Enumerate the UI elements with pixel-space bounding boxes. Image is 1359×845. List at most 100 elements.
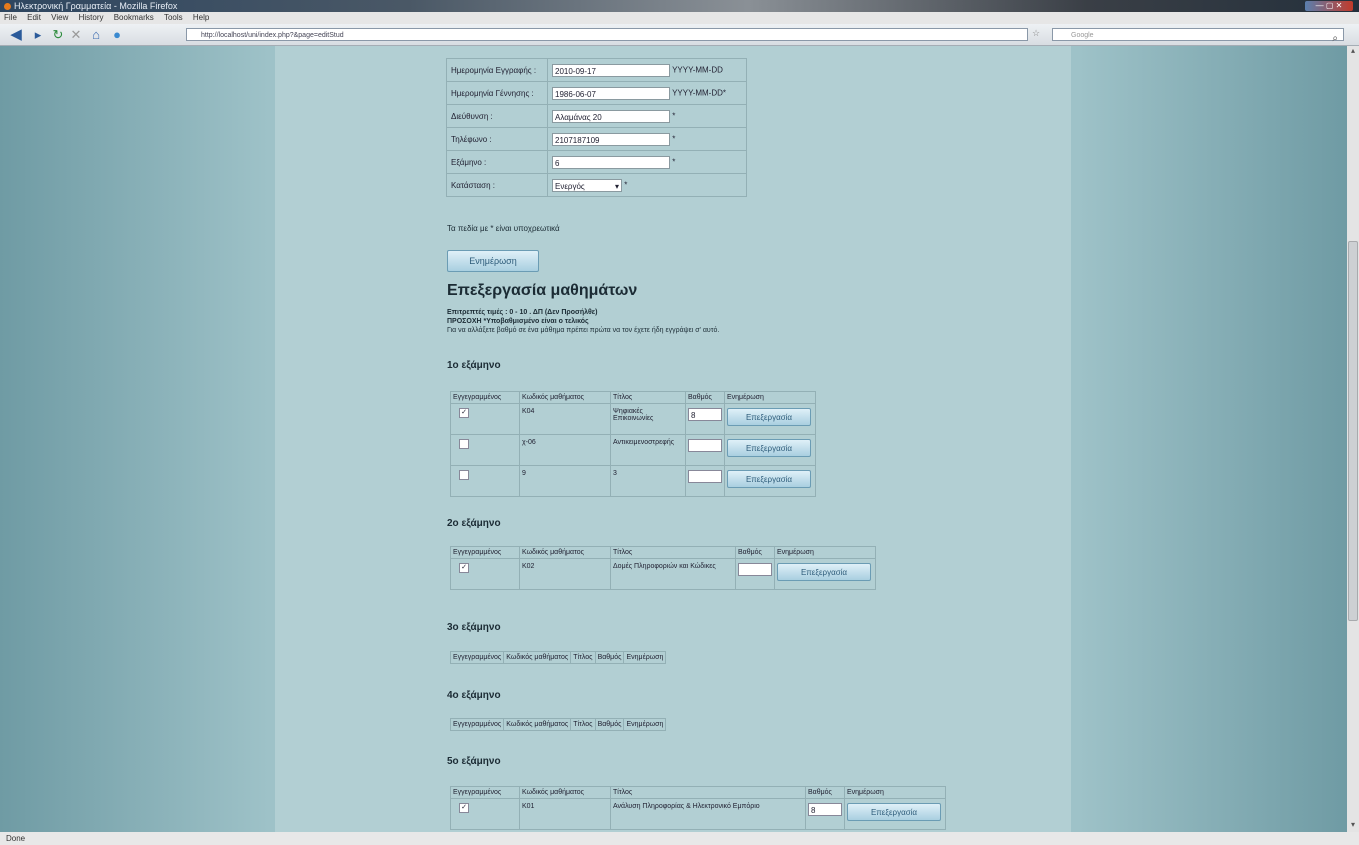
col-grade: Βαθμός [805, 786, 845, 799]
home-icon[interactable]: ⌂ [88, 27, 104, 42]
course-title: Αντικειμενοστρεφής [610, 434, 686, 466]
col-enrolled: Εγγεγραμμένος [450, 391, 520, 404]
col-enrolled: Εγγεγραμμένος [450, 786, 520, 799]
search-icon[interactable]: ⌕ [1332, 32, 1338, 45]
enrolled-checkbox[interactable]: ✓ [459, 408, 469, 418]
menu-edit[interactable]: Edit [27, 13, 41, 22]
search-input[interactable]: Google ⌕ [1052, 28, 1344, 44]
menu-view[interactable]: View [51, 13, 68, 22]
status-bar: Done [0, 832, 1359, 845]
window-title: Ηλεκτρονική Γραμματεία - Mozilla Firefox [4, 0, 177, 12]
required-note: Τα πεδία με * είναι υποχρεωτικά [447, 224, 560, 233]
firefox-icon [4, 3, 11, 10]
col-update: Ενημέρωση [623, 718, 667, 731]
col-update: Ενημέρωση [774, 546, 876, 559]
student-form-table: Ημερομηνία Εγγραφής : 2010-09-17 YYYY-MM-… [446, 58, 747, 197]
grade-input[interactable]: 8 [808, 803, 842, 816]
col-enrolled: Εγγεγραμμένος [449, 651, 505, 664]
grade-input[interactable]: 8 [688, 408, 722, 421]
col-title: Τίτλος [610, 786, 806, 799]
enrolled-checkbox[interactable]: ✓ [459, 563, 469, 573]
page-viewport: Ημερομηνία Εγγραφής : 2010-09-17 YYYY-MM-… [0, 46, 1347, 832]
col-grade: Βαθμός [735, 546, 775, 559]
update-button[interactable]: Ενημέρωση [447, 250, 539, 272]
window-controls[interactable]: — ▢ ✕ [1305, 1, 1353, 11]
page-content: Ημερομηνία Εγγραφής : 2010-09-17 YYYY-MM-… [275, 46, 1071, 832]
col-code: Κωδικός μαθήματος [519, 391, 611, 404]
birth-date-input[interactable]: 1986-06-07 [552, 86, 670, 100]
col-enrolled: Εγγεγραμμένος [449, 718, 505, 731]
bookmark-icon[interactable]: ● [108, 27, 126, 42]
phone-input[interactable]: 2107187109 [552, 132, 670, 146]
col-code: Κωδικός μαθήματος [503, 651, 572, 664]
navigation-toolbar: ◀ ▸ ↻ ✕ ⌂ ● http://localhost/uni/index.p… [0, 24, 1359, 46]
course-title: Ψηφιακές Επικοινωνίες [610, 403, 686, 435]
window-titlebar: Ηλεκτρονική Γραμματεία - Mozilla Firefox… [0, 0, 1359, 12]
scroll-down-icon[interactable]: ▾ [1347, 820, 1359, 832]
table-row: χ-06 Αντικειμενοστρεφής Επεξεργασία [450, 434, 816, 466]
grade-input[interactable] [738, 563, 772, 576]
scroll-up-icon[interactable]: ▴ [1347, 46, 1359, 58]
course-title: 3 [610, 465, 686, 497]
col-enrolled: Εγγεγραμμένος [450, 546, 520, 559]
table-row: ✓ K04 Ψηφιακές Επικοινωνίες 8 Επεξεργασία [450, 403, 816, 435]
semester-2-table: Εγγεγραμμένος Κωδικός μαθήματος Τίτλος Βαθμ… [450, 546, 876, 590]
status-select[interactable]: Ενεργός ▾ [552, 178, 622, 192]
semester-input[interactable]: 6 [552, 155, 670, 169]
form-label: Τηλέφωνο : [446, 127, 548, 151]
table-row: ✓ K02 Δομές Πληροφοριών και Κώδικες Επεξεργ… [450, 558, 876, 590]
stop-icon[interactable]: ✕ [68, 27, 84, 42]
form-label: Κατάσταση : [446, 173, 548, 197]
enrolled-checkbox[interactable]: ✓ [459, 803, 469, 813]
course-title: Δομές Πληροφοριών και Κώδικες [610, 558, 736, 590]
semester-3-table: Εγγεγραμμένος Κωδικός μαθήματος Τίτλος Βαθμ… [449, 651, 667, 664]
edit-button[interactable]: Επεξεργασία [727, 439, 811, 457]
edit-button[interactable]: Επεξεργασία [727, 408, 811, 426]
back-icon[interactable]: ◀ [4, 27, 28, 42]
form-label: Ημερομηνία Γέννησης : [446, 81, 548, 105]
registration-date-input[interactable]: 2010-09-17 [552, 63, 670, 77]
grade-input[interactable] [688, 439, 722, 452]
menu-tools[interactable]: Tools [164, 13, 183, 22]
col-grade: Βαθμός [594, 651, 625, 664]
form-hint: * [672, 134, 676, 144]
semester-3-title: 3ο εξάμηνο [447, 622, 501, 633]
courses-note-2: ΠΡΟΣΟΧΗ *Υποβαθμισμένο είναι ο τελικός [447, 318, 589, 325]
form-label: Εξάμηνο : [446, 150, 548, 174]
form-label: Διεύθυνση : [446, 104, 548, 128]
col-title: Τίτλος [570, 718, 596, 731]
semester-5-title: 5ο εξάμηνο [447, 756, 501, 767]
form-hint: * [624, 180, 628, 190]
forward-icon[interactable]: ▸ [30, 27, 46, 42]
course-title: Ανάλυση Πληροφορίας & Ηλεκτρονικό Εμπόρι… [610, 798, 806, 830]
address-input[interactable]: Αλαμάνας 20 [552, 109, 670, 123]
menu-history[interactable]: History [79, 13, 104, 22]
col-update: Ενημέρωση [844, 786, 946, 799]
col-update: Ενημέρωση [623, 651, 667, 664]
address-bar[interactable]: http://localhost/uni/index.php?&page=edi… [186, 28, 1028, 41]
enrolled-checkbox[interactable] [459, 470, 469, 480]
menu-help[interactable]: Help [193, 13, 209, 22]
star-icon[interactable]: ☆ [1032, 28, 1040, 39]
vertical-scrollbar[interactable]: ▴ ▾ [1347, 46, 1359, 832]
scrollbar-thumb[interactable] [1348, 241, 1358, 621]
table-row: 9 3 Επεξεργασία [450, 465, 816, 497]
courses-title: Επεξεργασία μαθημάτων [447, 282, 638, 299]
menu-bookmarks[interactable]: Bookmarks [114, 13, 154, 22]
col-code: Κωδικός μαθήματος [519, 546, 611, 559]
reload-icon[interactable]: ↻ [50, 27, 66, 42]
semester-5-table: Εγγεγραμμένος Κωδικός μαθήματος Τίτλος Βαθμ… [450, 786, 946, 830]
course-code: K02 [519, 558, 611, 590]
menu-file[interactable]: File [4, 13, 17, 22]
semester-2-title: 2ο εξάμηνο [447, 518, 501, 529]
menu-bar: File Edit View History Bookmarks Tools H… [0, 12, 1359, 24]
col-title: Τίτλος [610, 546, 736, 559]
edit-button[interactable]: Επεξεργασία [727, 470, 811, 488]
enrolled-checkbox[interactable] [459, 439, 469, 449]
grade-input[interactable] [688, 470, 722, 483]
col-grade: Βαθμός [594, 718, 625, 731]
form-hint: * [672, 157, 676, 167]
col-code: Κωδικός μαθήματος [503, 718, 572, 731]
edit-button[interactable]: Επεξεργασία [777, 563, 871, 581]
edit-button[interactable]: Επεξεργασία [847, 803, 941, 821]
